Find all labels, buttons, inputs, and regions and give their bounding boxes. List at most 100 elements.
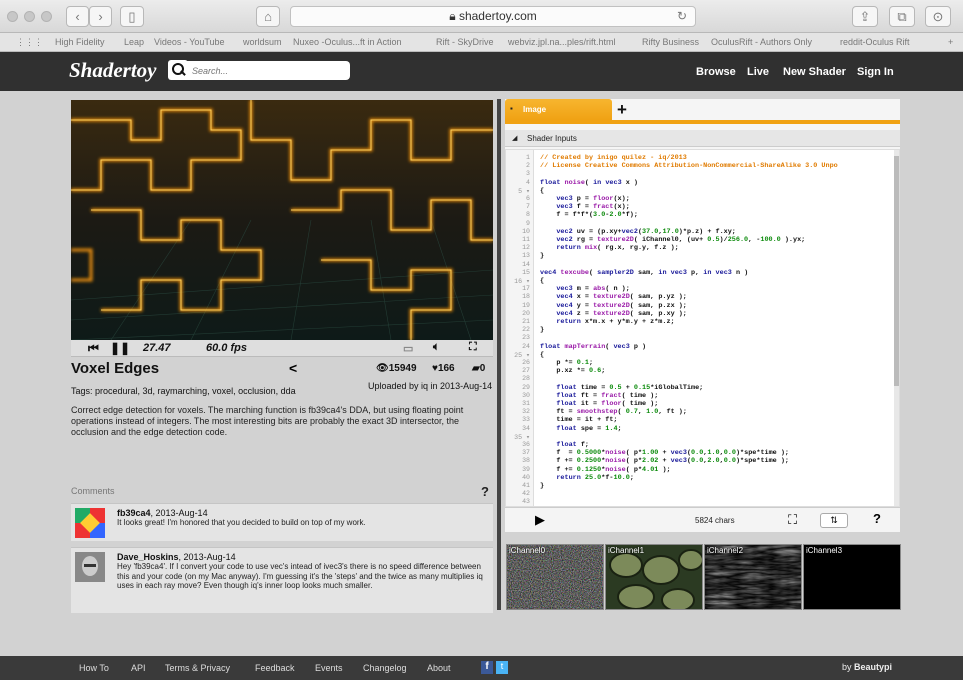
channel-slot-1[interactable]: iChannel1	[605, 544, 703, 610]
line-number: 20	[522, 309, 530, 317]
comments-label: Comments	[71, 486, 115, 496]
code-area[interactable]: 12345 ▾ 6 7 8 9 10 11 12 13 14 15 16 ▾ 17 18 19 20 21 22 2…	[505, 149, 900, 507]
bookmark[interactable]: OculusRift - Authors Only	[711, 33, 812, 51]
bookmark[interactable]: High Fidelity	[55, 33, 105, 51]
code-line: float f;	[556, 441, 589, 449]
editor-help-icon[interactable]: ?	[873, 511, 881, 526]
share-button[interactable]: ⇪	[852, 6, 878, 27]
uploaded-info: Uploaded by iq in 2013-Aug-14	[368, 381, 493, 391]
beautypi-link[interactable]: Beautypi	[854, 662, 892, 672]
channel-label: iChannel2	[707, 546, 744, 555]
likes-count[interactable]: ♥166	[432, 363, 455, 374]
code-line: vec4 y = texture2D( sam, p.zx );	[556, 301, 687, 310]
back-button[interactable]: ‹	[66, 6, 89, 27]
downloads-button[interactable]: ⊙	[925, 6, 951, 27]
fullscreen-icon[interactable]: ⛶	[469, 341, 477, 354]
line-number: 33	[522, 416, 530, 424]
pane-divider[interactable]	[497, 99, 501, 610]
add-tab-button[interactable]: +	[617, 100, 627, 120]
code-scrollbar[interactable]	[894, 150, 899, 506]
forward-button[interactable]: ›	[89, 6, 112, 27]
comment-author[interactable]: fb39ca4	[117, 508, 151, 518]
line-number: 5 ▾	[518, 187, 530, 195]
minimize-window-button[interactable]	[24, 11, 35, 22]
footer-link[interactable]: Events	[315, 663, 343, 673]
channel-slot-2[interactable]: iChannel2	[704, 544, 802, 610]
eye-icon: 👁︎	[376, 363, 389, 374]
shader-description: Correct edge detection for voxels. The m…	[71, 405, 464, 437]
shader-canvas[interactable]	[71, 100, 493, 340]
help-icon[interactable]: ?	[481, 484, 489, 499]
reload-icon[interactable]: ↻	[677, 7, 687, 26]
line-number: 35 ▾	[514, 433, 530, 441]
code-line: vec3 p = floor(x);	[556, 195, 630, 203]
code-line: {	[540, 186, 545, 195]
bookmark[interactable]: reddit-Oculus Rift	[840, 33, 910, 51]
site-logo[interactable]: Shadertoy	[69, 58, 157, 83]
comment-author[interactable]: Dave_Hoskins	[117, 552, 179, 562]
fullscreen-editor-icon[interactable]: ⛶	[788, 512, 797, 528]
rewind-icon[interactable]: ⏮	[88, 341, 99, 356]
nav-browse[interactable]: Browse	[696, 66, 736, 78]
code-line: time = it + ft;	[540, 416, 618, 425]
shader-inputs-toggle[interactable]: ◢ Shader Inputs	[505, 130, 900, 147]
footer-link[interactable]: Terms & Privacy	[165, 663, 230, 673]
bookmark[interactable]: Nuxeo -Oculus...ft in Action	[293, 33, 402, 51]
zoom-window-button[interactable]	[41, 11, 52, 22]
search-box	[168, 60, 350, 80]
code-line: vec4 texcube( sampler2D sam, in vec3 p, …	[540, 268, 749, 277]
compile-play-icon[interactable]: ▶	[535, 512, 545, 528]
footer-link[interactable]: Changelog	[363, 663, 407, 673]
vr-icon[interactable]: ▭	[403, 342, 413, 355]
close-window-button[interactable]	[7, 11, 18, 22]
nav-sign-in[interactable]: Sign In	[857, 66, 894, 78]
home-button[interactable]: ⌂	[256, 6, 280, 27]
twitter-icon[interactable]: t	[496, 661, 508, 674]
sidebar-toggle-button[interactable]: ▯	[120, 6, 144, 27]
pause-icon[interactable]: ❚❚	[110, 341, 130, 355]
bookmark[interactable]: Leap	[124, 33, 144, 51]
search-icon[interactable]	[168, 60, 188, 80]
facebook-icon[interactable]: f	[481, 661, 493, 674]
footer-link[interactable]: How To	[79, 663, 109, 673]
tabs-button[interactable]: ⧉	[889, 6, 915, 27]
code-line: f += 0.1250*noise( p*4.01 );	[540, 465, 671, 474]
footer-credit: by Beautypi	[842, 662, 892, 672]
font-size-select[interactable]: ⇅	[820, 513, 848, 528]
line-number: 17	[522, 285, 530, 293]
bookmark[interactable]: Rift - SkyDrive	[436, 33, 494, 51]
code-line: f = f*f*(3.0-2.0*f);	[540, 211, 638, 220]
footer-link[interactable]: API	[131, 663, 146, 673]
address-bar[interactable]: 🔒︎ shadertoy.com ↻	[290, 6, 696, 27]
code-line: vec2 uv = (p.xy+vec2(37.0,17.0)*p.z) + f…	[556, 227, 736, 236]
code-line: float ft = fract( time );	[556, 391, 659, 400]
bookmark[interactable]: Videos - YouTube	[154, 33, 225, 51]
volume-icon[interactable]: 🔈︎	[433, 341, 440, 354]
add-bookmark-icon[interactable]: +	[948, 33, 953, 51]
bookmarks-grid-icon[interactable]: ⋮⋮⋮	[16, 33, 43, 51]
search-input[interactable]	[192, 62, 342, 79]
bookmark[interactable]: webviz.jpl.na...ples/rift.html	[508, 33, 616, 51]
line-number: 9	[526, 219, 530, 227]
footer-link[interactable]: Feedback	[255, 663, 295, 673]
channel-slot-0[interactable]: iChannel0	[506, 544, 604, 610]
line-number: 32	[522, 408, 530, 416]
avatar	[75, 552, 105, 582]
bookmarks-bar: ⋮⋮⋮ High Fidelity Leap Videos - YouTube …	[0, 33, 963, 52]
code-line: // License Creative Commons Attribution-…	[540, 162, 838, 171]
nav-live[interactable]: Live	[747, 66, 769, 78]
collapse-icon: ◢	[512, 135, 518, 142]
footer-link[interactable]: About	[427, 663, 451, 673]
channel-slot-3[interactable]: iChannel3	[803, 544, 901, 610]
line-number: 22	[522, 326, 530, 334]
likes-value: 166	[437, 363, 455, 374]
nav-new-shader[interactable]: New Shader	[783, 66, 846, 78]
line-number: 11	[522, 236, 530, 243]
code-line: return x*m.x + y*m.y + z*m.z;	[556, 318, 675, 326]
tab-image[interactable]: ▪ Image	[505, 99, 612, 120]
code-line: vec3 f = fract(x);	[556, 203, 630, 212]
bookmark[interactable]: Rifty Business	[642, 33, 699, 51]
code-line: f = 0.5000*noise( p*1.00 + vec3(0.0,1.0,…	[540, 449, 789, 458]
bookmark[interactable]: worldsum	[243, 33, 282, 51]
share-icon[interactable]: <	[289, 360, 297, 376]
